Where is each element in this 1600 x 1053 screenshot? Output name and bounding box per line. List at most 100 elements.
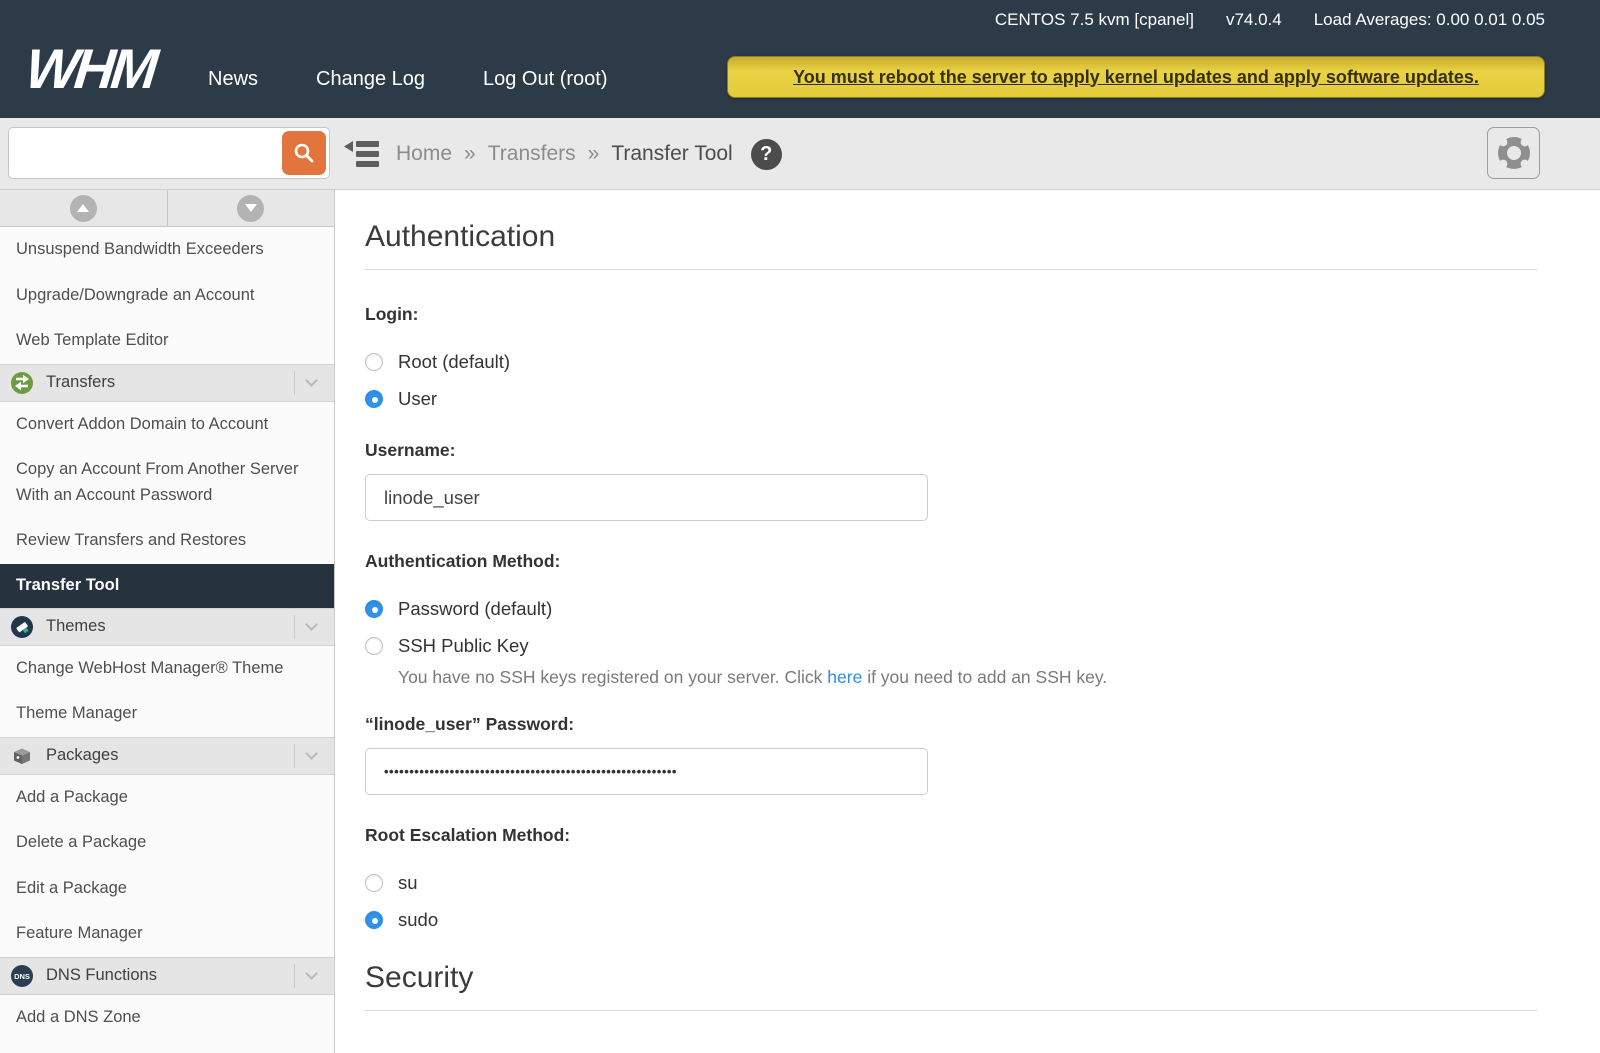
sidebar-item-delete-a-package[interactable]: Delete a Package	[0, 820, 334, 866]
sidebar-section-label: DNS Functions	[46, 966, 294, 985]
radio-label: User	[398, 388, 437, 410]
sidebar-section-label: Packages	[46, 746, 294, 765]
dns-icon: DNS	[10, 964, 34, 988]
search-input[interactable]	[9, 128, 277, 178]
breadcrumb-current: Transfer Tool	[611, 142, 732, 166]
radio-label: su	[398, 872, 418, 894]
divider	[294, 371, 295, 395]
login-option-root[interactable]: Root (default)	[365, 351, 1537, 373]
root-escalation-label: Root Escalation Method:	[365, 825, 1537, 846]
sidebar-section-packages[interactable]: Packages	[0, 737, 334, 775]
themes-icon	[10, 615, 34, 639]
username-label: Username:	[365, 440, 1537, 461]
sidebar-section-label: Themes	[46, 617, 294, 636]
radio-sudo-checked[interactable]	[365, 911, 383, 929]
sidebar-item-unsuspend-bandwidth-exceeders[interactable]: Unsuspend Bandwidth Exceeders	[0, 227, 334, 273]
password-input[interactable]	[365, 748, 928, 795]
sidebar-item-theme-manager[interactable]: Theme Manager	[0, 691, 334, 737]
breadcrumb-bar: Home » Transfers » Transfer Tool ?	[0, 118, 1600, 190]
method-option-ssh-key[interactable]: SSH Public Key	[365, 635, 1537, 657]
sidebar-section-dns-functions[interactable]: DNS DNS Functions	[0, 957, 334, 995]
breadcrumb-home[interactable]: Home	[396, 142, 452, 166]
sidebar-item-review-transfers[interactable]: Review Transfers and Restores	[0, 518, 334, 564]
search-icon	[292, 141, 316, 165]
escalation-option-su[interactable]: su	[365, 872, 1537, 894]
auth-method-label: Authentication Method:	[365, 551, 1537, 572]
main-content: Authentication Login: Root (default) Use…	[335, 190, 1600, 1053]
top-nav-links: News Change Log Log Out (root)	[208, 68, 608, 91]
whm-page: WHM News Change Log Log Out (root) CENTO…	[0, 0, 1600, 1053]
divider	[294, 964, 295, 988]
search-button[interactable]	[282, 131, 326, 175]
nav-news[interactable]: News	[208, 68, 258, 91]
sidebar-item-add-a-package[interactable]: Add a Package	[0, 775, 334, 821]
whm-logo[interactable]: WHM	[23, 36, 158, 101]
sidebar-item-edit-a-package[interactable]: Edit a Package	[0, 866, 334, 912]
divider	[294, 615, 295, 639]
escalation-option-sudo[interactable]: sudo	[365, 909, 1537, 931]
scroll-down-button[interactable]	[168, 190, 335, 226]
login-option-user[interactable]: User	[365, 388, 1537, 410]
sidebar-item-upgrade-downgrade-account[interactable]: Upgrade/Downgrade an Account	[0, 273, 334, 319]
sidebar-search	[8, 127, 330, 179]
sidebar-section-label: Transfers	[46, 373, 294, 392]
transfers-icon	[10, 371, 34, 395]
security-title: Security	[365, 961, 1537, 1011]
scroll-up-button[interactable]	[0, 190, 168, 226]
scroll-down-icon	[237, 195, 264, 222]
ssh-note-text: if you need to add an SSH key.	[862, 667, 1107, 687]
sidebar-item-change-whm-theme[interactable]: Change WebHost Manager® Theme	[0, 646, 334, 692]
radio-label: Root (default)	[398, 351, 510, 373]
login-radio-group: Root (default) User	[365, 351, 1537, 410]
method-option-password[interactable]: Password (default)	[365, 598, 1537, 620]
radio-root-unchecked[interactable]	[365, 353, 383, 371]
version-info: v74.0.4	[1226, 10, 1282, 30]
chevron-down-icon[interactable]	[305, 374, 318, 387]
sidebar-item-transfer-tool[interactable]: Transfer Tool	[0, 564, 334, 608]
login-label: Login:	[365, 304, 1537, 325]
load-averages: Load Averages: 0.00 0.01 0.05	[1314, 10, 1545, 30]
chevron-down-icon[interactable]	[305, 968, 318, 981]
scroll-up-icon	[70, 195, 97, 222]
sidebar-section-transfers[interactable]: Transfers	[0, 364, 334, 402]
sidebar-menu: Unsuspend Bandwidth Exceeders Upgrade/Do…	[0, 190, 335, 1053]
username-input[interactable]	[365, 474, 928, 521]
svg-text:DNS: DNS	[14, 972, 30, 981]
system-info-bar: CENTOS 7.5 kvm [cpanel] v74.0.4 Load Ave…	[995, 10, 1545, 30]
collapse-sidebar-icon[interactable]	[344, 140, 380, 168]
breadcrumb: Home » Transfers » Transfer Tool ?	[396, 118, 782, 190]
radio-user-checked[interactable]	[365, 390, 383, 408]
radio-label: Password (default)	[398, 598, 552, 620]
sidebar-item-feature-manager[interactable]: Feature Manager	[0, 911, 334, 957]
sidebar-item-convert-addon-domain[interactable]: Convert Addon Domain to Account	[0, 402, 334, 448]
packages-icon	[10, 744, 34, 768]
breadcrumb-separator: »	[588, 142, 600, 166]
password-label: “linode_user” Password:	[365, 714, 1537, 735]
reboot-alert-banner[interactable]: You must reboot the server to apply kern…	[727, 56, 1545, 98]
sidebar-item-web-template-editor[interactable]: Web Template Editor	[0, 318, 334, 364]
chevron-down-icon[interactable]	[305, 747, 318, 760]
nav-change-log[interactable]: Change Log	[316, 68, 425, 91]
help-icon[interactable]: ?	[751, 139, 782, 170]
nav-log-out[interactable]: Log Out (root)	[483, 68, 608, 91]
os-info: CENTOS 7.5 kvm [cpanel]	[995, 10, 1194, 30]
ssh-note-text: You have no SSH keys registered on your …	[398, 667, 827, 687]
radio-password-checked[interactable]	[365, 600, 383, 618]
chevron-down-icon[interactable]	[305, 618, 318, 631]
auth-method-radio-group: Password (default) SSH Public Key	[365, 598, 1537, 657]
radio-label: SSH Public Key	[398, 635, 529, 657]
radio-ssh-unchecked[interactable]	[365, 637, 383, 655]
breadcrumb-transfers[interactable]: Transfers	[488, 142, 576, 166]
sidebar-item-copy-account[interactable]: Copy an Account From Another Server With…	[0, 447, 320, 518]
top-navbar: WHM News Change Log Log Out (root) CENTO…	[0, 0, 1600, 118]
sidebar-scroll-controls	[0, 190, 334, 227]
ssh-note-link[interactable]: here	[827, 667, 862, 687]
radio-su-unchecked[interactable]	[365, 874, 383, 892]
escalation-radio-group: su sudo	[365, 872, 1537, 931]
sidebar-section-themes[interactable]: Themes	[0, 608, 334, 646]
ssh-key-note: You have no SSH keys registered on your …	[398, 667, 1537, 688]
sidebar-item-add-a-dns-zone[interactable]: Add a DNS Zone	[0, 995, 334, 1041]
support-button[interactable]	[1487, 127, 1540, 179]
divider	[294, 744, 295, 768]
radio-label: sudo	[398, 909, 438, 931]
